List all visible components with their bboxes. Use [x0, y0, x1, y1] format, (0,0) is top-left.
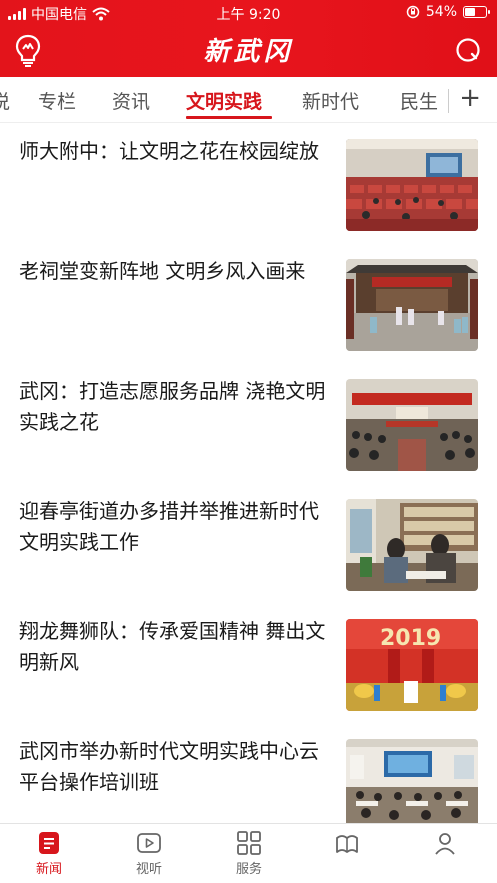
- status-bar: 中国电信 上午 9:20 54%: [0, 0, 497, 26]
- news-title: 迎春亭街道办多措并举推进新时代文明实践工作: [19, 499, 319, 554]
- bottom-tab-bar: 新闻 视听 服务: [0, 823, 497, 883]
- battery-icon: [463, 6, 490, 18]
- rotation-lock-icon: [406, 5, 420, 19]
- news-title: 师大附中：让文明之花在校园绽放: [19, 139, 319, 163]
- news-thumbnail: [346, 499, 478, 591]
- news-item[interactable]: 迎春亭街道办多措并举推进新时代文明实践工作: [0, 484, 497, 604]
- meeting-hall-image: [346, 379, 478, 471]
- grid-icon: [237, 831, 261, 855]
- ancestral-hall-image: [346, 259, 478, 351]
- search-icon[interactable]: [455, 37, 483, 65]
- app-header: 中国电信 上午 9:20 54% 新武冈: [0, 0, 497, 77]
- tab-livelihood[interactable]: 民生: [400, 87, 438, 114]
- tabbar-item-read[interactable]: [312, 830, 382, 858]
- stage-year-text: 2019: [380, 626, 441, 651]
- tabbar-label: 服务: [235, 862, 262, 877]
- news-title: 老祠堂变新阵地 文明乡风入画来: [19, 259, 306, 283]
- play-icon: [137, 833, 161, 853]
- tab-news-info[interactable]: 资讯: [112, 87, 150, 114]
- tabbar-label: 新闻: [35, 862, 62, 877]
- news-item[interactable]: 翔龙舞狮队：传承爱国精神 舞出文明新风 2019: [0, 604, 497, 724]
- tab-civilization-practice[interactable]: 文明实践: [186, 87, 262, 114]
- news-title: 翔龙舞狮队：传承爱国精神 舞出文明新风: [19, 619, 326, 674]
- tabbar-item-news[interactable]: 新闻: [14, 830, 84, 877]
- plus-icon[interactable]: +: [459, 85, 481, 111]
- tabbar-label: 视听: [135, 862, 162, 877]
- news-item[interactable]: 师大附中：让文明之花在校园绽放: [0, 124, 497, 244]
- tab-column[interactable]: 专栏: [38, 87, 76, 114]
- app-title: 新武冈: [203, 37, 294, 67]
- tab-strip: 说 专栏 资讯 文明实践 新时代 民生: [0, 77, 455, 123]
- tabbar-item-video[interactable]: 视听: [114, 830, 184, 877]
- news-title: 武冈市举办新时代文明实践中心云平台操作培训班: [19, 739, 319, 794]
- news-icon: [39, 832, 59, 854]
- book-icon: [336, 835, 358, 853]
- news-item[interactable]: 老祠堂变新阵地 文明乡风入画来: [0, 244, 497, 364]
- tab-new-era[interactable]: 新时代: [302, 87, 359, 114]
- lion-dance-image: 2019: [346, 619, 478, 711]
- office-reading-image: [346, 499, 478, 591]
- training-class-image: [346, 739, 478, 831]
- news-item[interactable]: 武冈：打造志愿服务品牌 浇艳文明实践之花: [0, 364, 497, 484]
- battery-percent: 54%: [425, 4, 457, 20]
- tabbar-item-services[interactable]: 服务: [214, 830, 284, 877]
- category-tabs: 说 专栏 资讯 文明实践 新时代 民生 +: [0, 77, 497, 123]
- tab-partial[interactable]: 说: [0, 87, 10, 114]
- active-tab-indicator: [186, 116, 272, 119]
- news-thumbnail: [346, 259, 478, 351]
- tab-divider: [448, 89, 449, 113]
- person-icon: [435, 833, 455, 855]
- news-title: 武冈：打造志愿服务品牌 浇艳文明实践之花: [19, 379, 326, 434]
- news-thumbnail: [346, 379, 478, 471]
- auditorium-image: [346, 139, 478, 231]
- news-thumbnail: [346, 139, 478, 231]
- tabbar-item-profile[interactable]: [410, 830, 480, 858]
- news-thumbnail: 2019: [346, 619, 478, 711]
- status-right: 54%: [406, 4, 490, 20]
- news-thumbnail: [346, 739, 478, 831]
